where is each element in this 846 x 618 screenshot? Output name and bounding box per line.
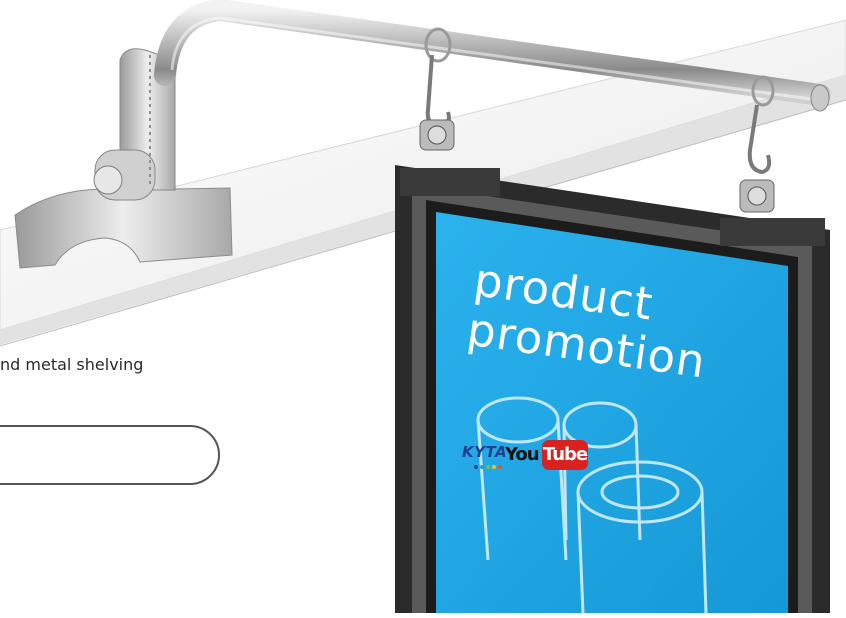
promotion-sign <box>395 165 830 613</box>
product-scene: product promotion <box>0 0 846 614</box>
youtube-tube-text: Tube <box>542 440 588 470</box>
kyta-logo-text: KYTA <box>462 443 508 461</box>
caption-text: nd metal shelving <box>0 355 144 374</box>
youtube-logo[interactable]: You Tube <box>505 438 600 472</box>
youtube-you-text: You <box>505 444 540 465</box>
logo-pill <box>0 425 220 485</box>
shelf-clamp <box>14 48 233 269</box>
scene-illustration <box>0 0 846 614</box>
kyta-dots-icon <box>474 463 504 469</box>
